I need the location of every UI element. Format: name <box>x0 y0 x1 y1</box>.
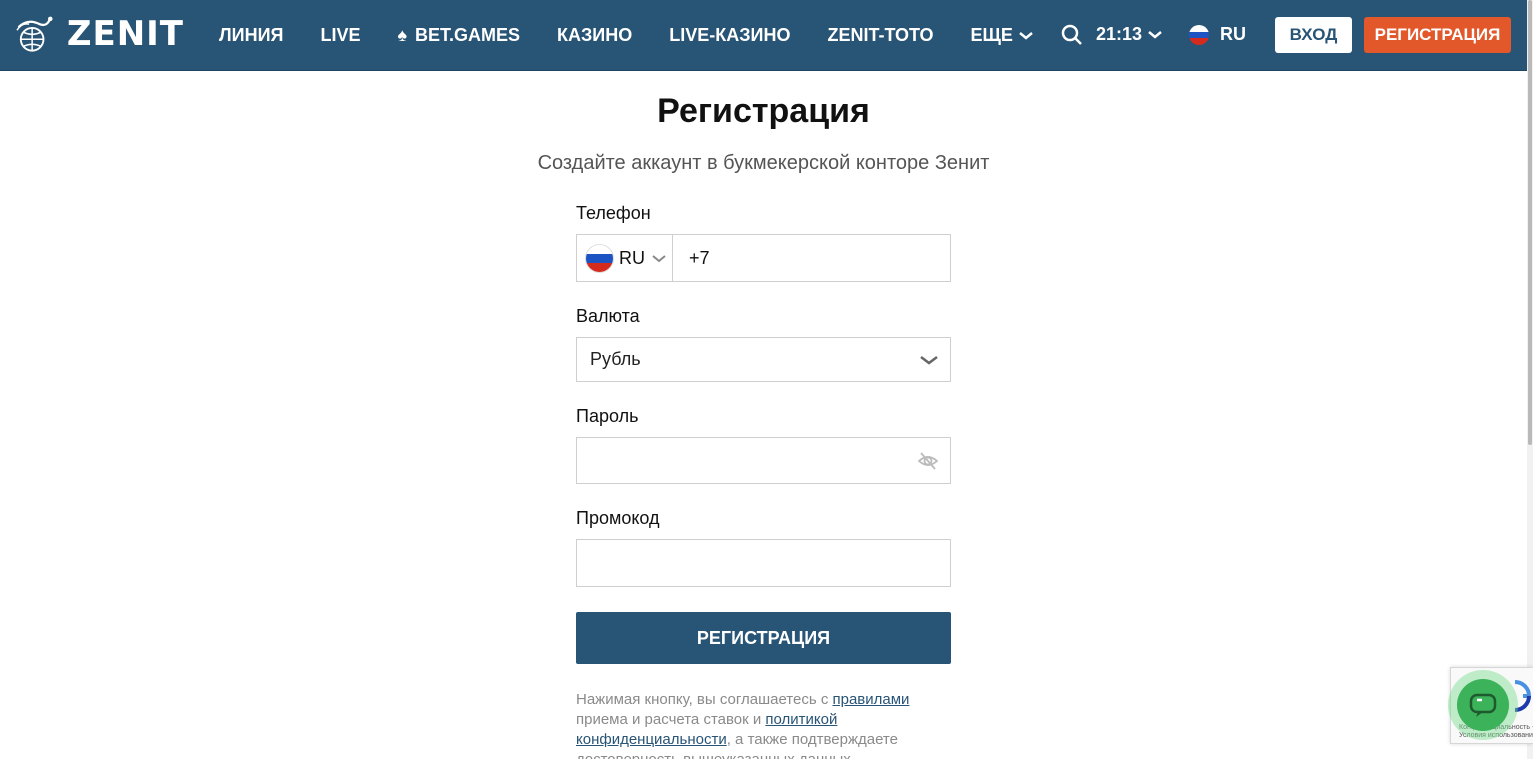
brand-name: ZENIT <box>66 14 184 54</box>
promo-input[interactable] <box>576 539 951 587</box>
chevron-down-icon <box>1019 31 1033 40</box>
phone-country-code: RU <box>619 247 645 268</box>
main-nav: ЛИНИЯ LIVE ♠ BET.GAMES КАЗИНО LIVE-КАЗИН… <box>219 0 1070 71</box>
scrollbar-thumb[interactable] <box>1528 0 1532 445</box>
page-subtitle: Создайте аккаунт в букмекерской конторе … <box>537 152 990 174</box>
zenit-emblem-icon <box>16 16 53 52</box>
promo-label: Промокод <box>576 508 660 528</box>
chevron-down-icon <box>920 356 938 365</box>
terms-part: Нажимая кнопку, вы соглашаетесь с <box>576 691 833 708</box>
nav-item-live-casino[interactable]: LIVE-КАЗИНО <box>669 25 790 46</box>
page-title: Регистрация <box>657 92 870 130</box>
nav-item-label: ЕЩЕ <box>970 25 1013 45</box>
nav-item-casino[interactable]: КАЗИНО <box>557 25 632 46</box>
nav-item-label: ZENIT-ТОТО <box>827 25 934 45</box>
phone-field: RU +7 <box>576 234 951 282</box>
password-input[interactable] <box>576 437 951 484</box>
terms-text: Нажимая кнопку, вы соглашаетесь с правил… <box>576 690 956 759</box>
chat-button[interactable] <box>1448 670 1518 740</box>
page-scrollbar[interactable] <box>1527 0 1533 759</box>
phone-label: Телефон <box>576 203 651 223</box>
phone-input[interactable]: +7 <box>689 235 710 281</box>
chat-bubble-icon <box>1457 679 1509 731</box>
nav-item-zenit-toto[interactable]: ZENIT-ТОТО <box>827 25 933 46</box>
login-button[interactable]: ВХОД <box>1275 17 1352 53</box>
nav-item-label: LIVE-КАЗИНО <box>669 25 791 45</box>
password-label: Пароль <box>576 406 639 426</box>
eye-off-icon[interactable] <box>917 450 939 472</box>
chevron-down-icon <box>1148 30 1162 39</box>
currency-label: Валюта <box>576 306 640 326</box>
nav-item-label: КАЗИНО <box>557 25 633 45</box>
rules-link[interactable]: правилами <box>833 691 910 708</box>
nav-item-betgames[interactable]: ♠ BET.GAMES <box>397 25 520 46</box>
currency-select[interactable]: Рубль <box>576 337 951 382</box>
russia-flag-icon <box>586 244 613 272</box>
nav-item-more[interactable]: ЕЩЕ <box>971 25 1033 46</box>
time-selector[interactable]: 21:13 <box>1096 24 1162 45</box>
zenit-logo[interactable]: ZENIT <box>14 6 184 62</box>
time-display: 21:13 <box>1096 24 1143 44</box>
nav-item-label: BET.GAMES <box>415 25 521 45</box>
search-icon[interactable] <box>1061 24 1083 46</box>
nav-item-line[interactable]: ЛИНИЯ <box>219 25 283 46</box>
nav-item-label: LIVE <box>320 25 361 45</box>
russia-flag-icon <box>1189 24 1209 45</box>
chevron-down-icon <box>652 254 666 262</box>
nav-item-label: ЛИНИЯ <box>219 25 284 45</box>
phone-country-selector[interactable]: RU <box>577 235 673 281</box>
top-header: ZENIT ЛИНИЯ LIVE ♠ BET.GAMES КАЗИНО LIVE… <box>0 0 1527 71</box>
chat-icon <box>1469 693 1497 717</box>
terms-part: приема и расчета ставок и <box>576 711 766 728</box>
language-selector[interactable]: RU <box>1189 24 1246 45</box>
spade-icon: ♠ <box>397 25 408 45</box>
currency-value: Рубль <box>590 349 641 369</box>
nav-item-live[interactable]: LIVE <box>320 25 360 46</box>
language-code: RU <box>1220 24 1246 44</box>
register-submit-button[interactable]: РЕГИСТРАЦИЯ <box>576 612 951 664</box>
register-header-button[interactable]: РЕГИСТРАЦИЯ <box>1364 17 1511 53</box>
